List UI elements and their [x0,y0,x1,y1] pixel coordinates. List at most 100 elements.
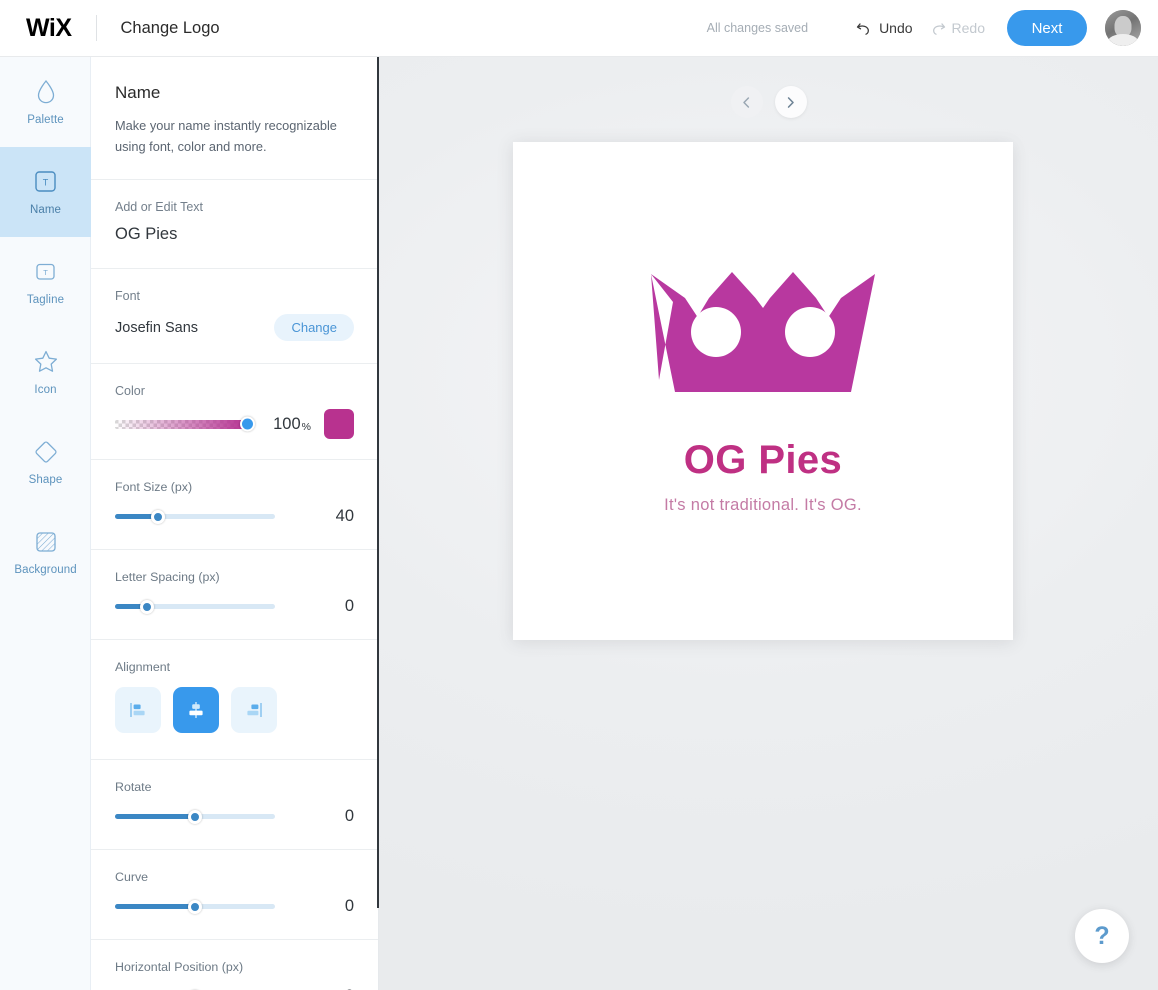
curve-value: 0 [345,897,354,916]
chevron-right-icon [784,96,797,109]
sidebar-label-icon: Icon [34,384,56,396]
page-title: Change Logo [121,19,220,38]
font-size-label: Font Size (px) [115,480,354,494]
redo-button[interactable]: Redo [929,20,985,36]
svg-text:T: T [43,268,48,277]
sidebar-item-palette[interactable]: Palette [0,57,91,147]
chevron-left-icon [740,96,753,109]
sidebar-item-tagline[interactable]: T Tagline [0,237,91,327]
align-left-button[interactable] [115,687,161,733]
logo-card[interactable]: OG Pies It's not traditional. It's OG. [513,142,1013,640]
align-left-icon [127,699,149,721]
font-value: Josefin Sans [115,320,198,336]
section-alignment: Alignment [91,640,378,760]
opacity-slider[interactable] [115,420,248,429]
crown-icon [637,268,889,398]
logo-tagline-text: It's not traditional. It's OG. [664,496,862,515]
letter-spacing-label: Letter Spacing (px) [115,570,354,584]
sidebar-item-icon[interactable]: Icon [0,327,91,417]
rotate-slider[interactable] [115,814,275,819]
alignment-row [115,687,354,759]
section-curve: Curve 0 [91,850,378,940]
next-button[interactable]: Next [1007,10,1087,46]
sidebar-label-shape: Shape [29,474,63,486]
panel-scrollbar[interactable] [377,57,379,908]
redo-label: Redo [952,20,985,36]
avatar-shoulders [1108,34,1138,46]
logo-preview-canvas: OG Pies It's not traditional. It's OG. ? [379,57,1158,990]
section-text: Add or Edit Text OG Pies [91,180,378,269]
sidebar-item-name[interactable]: T Name [0,147,91,237]
color-label: Color [115,384,354,398]
sidebar-rail: Palette T Name T Tagline Icon [0,57,91,990]
letter-spacing-slider[interactable] [115,604,275,609]
text-field-label: Add or Edit Text [115,200,354,214]
section-color: Color 100% [91,364,378,460]
color-row: 100% [115,409,354,459]
curve-slider-knob[interactable] [188,900,202,914]
opacity-slider-knob[interactable] [240,417,255,432]
logo-text-input[interactable]: OG Pies [115,225,354,268]
undo-icon [856,21,873,36]
opacity-unit: % [302,421,311,433]
settings-panel: Name Make your name instantly recognizab… [91,57,379,990]
align-center-button[interactable] [173,687,219,733]
save-status: All changes saved [707,21,808,35]
sidebar-label-palette: Palette [27,114,64,126]
curve-row: 0 [115,897,354,939]
logo-name-text: OG Pies [684,440,842,480]
font-size-row: 40 [115,507,354,549]
section-font: Font Josefin Sans Change [91,269,378,364]
section-horizontal-position: Horizontal Position (px) 0 [91,940,378,990]
section-letter-spacing: Letter Spacing (px) 0 [91,550,378,640]
sidebar-label-background: Background [14,564,76,576]
text-box-small-icon: T [33,259,59,285]
opacity-value: 100% [273,415,310,434]
variation-nav [731,86,807,118]
rotate-row: 0 [115,807,354,849]
panel-header: Name Make your name instantly recognizab… [91,57,378,180]
undo-button[interactable]: Undo [856,20,912,36]
letter-spacing-row: 0 [115,597,354,639]
rotate-label: Rotate [115,780,354,794]
sidebar-item-shape[interactable]: Shape [0,417,91,507]
undo-label: Undo [879,20,912,36]
header-divider [96,15,97,41]
droplet-icon [33,79,59,105]
wix-logo[interactable]: WiX [26,14,72,43]
panel-description: Make your name instantly recognizable us… [115,116,354,157]
hatched-square-icon [33,529,59,555]
star-icon [33,349,59,375]
svg-text:T: T [43,178,49,188]
redo-icon [929,21,946,36]
header-actions: All changes saved Undo Redo Next [707,10,1158,46]
sidebar-item-background[interactable]: Background [0,507,91,597]
text-box-icon: T [33,169,59,195]
curve-label: Curve [115,870,354,884]
diamond-icon [33,439,59,465]
avatar[interactable] [1105,10,1141,46]
align-center-icon [185,699,207,721]
change-font-button[interactable]: Change [274,314,354,341]
rotate-slider-fill [115,814,195,819]
font-size-slider[interactable] [115,514,275,519]
rotate-value: 0 [345,807,354,826]
letter-spacing-slider-knob[interactable] [140,600,154,614]
align-right-button[interactable] [231,687,277,733]
opacity-number: 100 [273,415,301,433]
font-size-value: 40 [336,507,354,526]
curve-slider-fill [115,904,195,909]
section-rotate: Rotate 0 [91,760,378,850]
curve-slider[interactable] [115,904,275,909]
font-size-slider-knob[interactable] [151,510,165,524]
align-right-icon [243,699,265,721]
sidebar-label-name: Name [30,204,61,216]
prev-variation-button[interactable] [731,86,763,118]
color-swatch[interactable] [324,409,354,439]
font-row: Josefin Sans Change [115,314,354,363]
rotate-slider-knob[interactable] [188,810,202,824]
help-button[interactable]: ? [1075,909,1129,963]
horizontal-position-label: Horizontal Position (px) [115,960,354,974]
letter-spacing-value: 0 [345,597,354,616]
next-variation-button[interactable] [775,86,807,118]
